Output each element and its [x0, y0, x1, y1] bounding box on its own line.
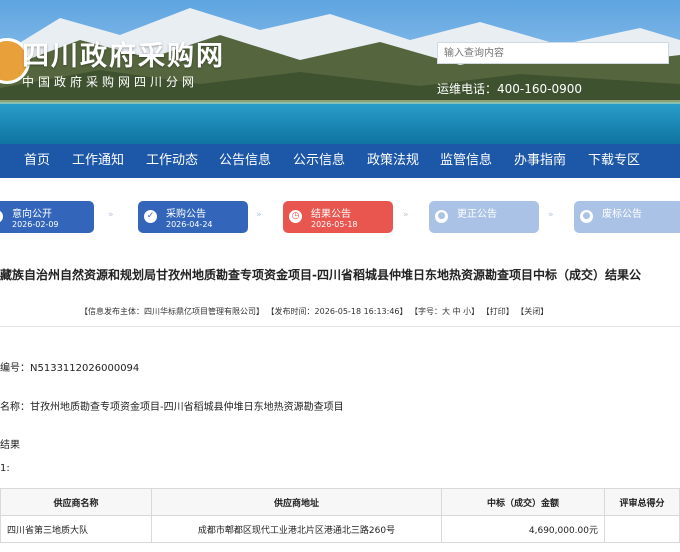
site-subtitle: 中国政府采购网四川分网 [22, 75, 199, 89]
cell-supplier-name: 四川省第三地质大队 [0, 515, 152, 543]
step-result-notice[interactable]: ◷ 结果公告 2026-05-18 [283, 201, 393, 233]
cell-total-score [604, 515, 680, 543]
nav-item-policy[interactable]: 政策法规 [367, 144, 419, 178]
col-supplier-name: 供应商名称 [0, 488, 152, 516]
step-cancel-notice[interactable]: ● 废标公告 [574, 201, 680, 233]
project-number: 编号：N5133112026000094 [0, 363, 140, 374]
clock-icon: ◷ [289, 210, 302, 223]
close-link[interactable]: 【关闭】 [516, 307, 548, 316]
step-correction-notice[interactable]: ● 更正公告 [429, 201, 539, 233]
step-label: 更正公告 [457, 209, 497, 220]
cell-bid-amount: 4,690,000.00元 [441, 515, 605, 543]
step-label: 采购公告 [166, 209, 206, 220]
circle-icon: ● [435, 210, 448, 223]
step-date: 2026-05-18 [311, 220, 358, 229]
step-date: 2026-04-24 [166, 220, 213, 229]
nav-item-guide[interactable]: 办事指南 [514, 144, 566, 178]
col-total-score: 评审总得分 [604, 488, 680, 516]
col-bid-amount: 中标（成交）金额 [441, 488, 605, 516]
nav-item-work-news[interactable]: 工作动态 [146, 144, 198, 178]
nav-item-work-notice[interactable]: 工作通知 [72, 144, 124, 178]
step-intent-public[interactable]: ✓ 意向公开 2026-02-09 [0, 201, 94, 233]
print-link[interactable]: 【打印】 [482, 307, 514, 316]
nav-item-publicity[interactable]: 公示信息 [293, 144, 345, 178]
cell-supplier-address: 成都市郫都区现代工业港北片区港通北三路260号 [151, 515, 442, 543]
project-name: 名称：甘孜州地质勘查专项资金项目-四川省稻城县仲堆日东地热资源勘查项目 [0, 402, 344, 413]
circle-icon: ● [580, 210, 593, 223]
step-procurement-notice[interactable]: ✓ 采购公告 2026-04-24 [138, 201, 248, 233]
result-table: 供应商名称 供应商地址 中标（成交）金额 评审总得分 四川省第三地质大队 成都市… [0, 488, 680, 543]
nav-item-supervision[interactable]: 监管信息 [440, 144, 492, 178]
nav-item-home[interactable]: 首页 [24, 144, 50, 178]
subsection-heading: 1: [0, 463, 10, 474]
header-banner: 四川政府采购网 中国政府采购网四川分网 运维电话：400-160-0900 [0, 0, 680, 148]
meta-font-size[interactable]: 【字号：大 中 小】 [410, 307, 479, 316]
chevron-right-icon: » [403, 210, 408, 220]
article-meta: 【信息发布主体：四川华标鼎亿项目管理有限公司】 【发布时间：2026-05-18… [80, 306, 548, 317]
check-icon: ✓ [0, 210, 3, 223]
search-input[interactable] [437, 42, 669, 64]
nav-item-announcements[interactable]: 公告信息 [219, 144, 271, 178]
step-label: 废标公告 [602, 209, 642, 220]
meta-time: 【发布时间：2026-05-18 16:13:46】 [266, 307, 408, 316]
main-nav: 首页 工作通知 工作动态 公告信息 公示信息 政策法规 监管信息 办事指南 下载… [0, 144, 680, 178]
site-title: 四川政府采购网 [22, 41, 225, 72]
col-supplier-address: 供应商地址 [151, 488, 442, 516]
meta-publisher: 【信息发布主体：四川华标鼎亿项目管理有限公司】 [80, 307, 264, 316]
table-header-row: 供应商名称 供应商地址 中标（成交）金额 评审总得分 [0, 488, 680, 516]
process-steps: ✓ 意向公开 2026-02-09 » ✓ 采购公告 2026-04-24 » … [0, 188, 680, 248]
hotline-text: 运维电话：400-160-0900 [437, 82, 583, 96]
step-label: 意向公开 [12, 209, 52, 220]
chevron-right-icon: » [108, 210, 113, 220]
divider [0, 326, 680, 327]
table-row: 四川省第三地质大队 成都市郫都区现代工业港北片区港通北三路260号 4,690,… [0, 515, 680, 543]
step-label: 结果公告 [311, 209, 351, 220]
check-icon: ✓ [144, 210, 157, 223]
chevron-right-icon: » [256, 210, 261, 220]
chevron-right-icon: » [548, 210, 553, 220]
step-date: 2026-02-09 [12, 220, 59, 229]
section-heading: 结果 [0, 440, 20, 451]
nav-item-downloads[interactable]: 下载专区 [588, 144, 640, 178]
article-title: 藏族自治州自然资源和规划局甘孜州地质勘查专项资金项目-四川省稻城县仲堆日东地热资… [0, 268, 641, 282]
